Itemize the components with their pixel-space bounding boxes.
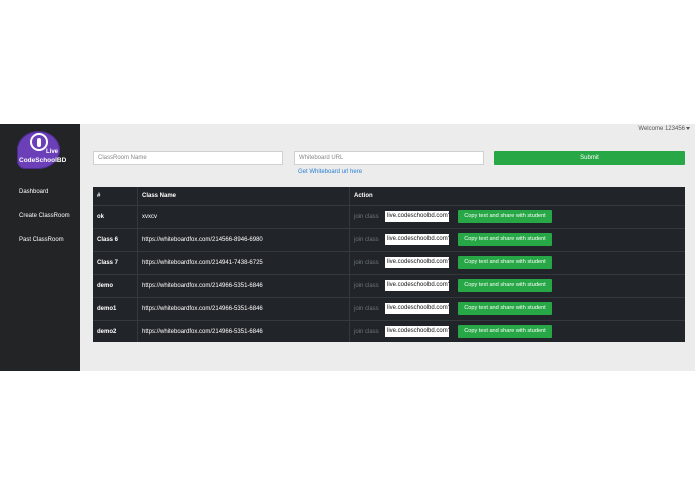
share-url-input[interactable]: live.codeschoolbd.com?c [385,234,449,245]
welcome-text: Welcome 123456 [638,126,685,132]
copy-share-button[interactable]: Copy text and share with student [458,279,552,292]
sidebar-item-create-classroom[interactable]: Create ClassRoom [19,213,70,219]
app-shell: Live CodeSchoolBD Dashboard Create Class… [0,124,695,371]
submit-button[interactable]: Submit [494,151,685,165]
table-row: Class 6 https://whiteboardfox.com/214566… [93,228,685,252]
row-class-name: https://whiteboardfox.com/214966-5351-68… [142,329,263,335]
share-url-input[interactable]: live.codeschoolbd.com?c [385,303,449,314]
row-class-name: https://whiteboardfox.com/214941-7438-67… [142,260,263,266]
whiteboard-url-input[interactable]: Whiteboard URL [294,151,484,165]
user-menu[interactable]: Welcome 123456 [638,126,690,132]
header-action: Action [354,193,373,199]
copy-share-button[interactable]: Copy text and share with student [458,256,552,269]
join-class-label: join class [354,214,379,220]
row-class-name: https://whiteboardfox.com/214566-8946-69… [142,237,263,243]
classroom-table: # Class Name Action ok xvxcv join class … [93,187,685,342]
copy-share-button[interactable]: Copy text and share with student [458,302,552,315]
get-whiteboard-url-link[interactable]: Get Whiteboard url here [298,169,362,175]
row-class-name: https://whiteboardfox.com/214966-5351-68… [142,306,263,312]
brand-logo[interactable]: Live CodeSchoolBD [17,131,66,169]
row-id: demo2 [97,329,117,335]
row-id: Class 6 [97,237,119,243]
header-class-name: Class Name [142,193,177,199]
join-class-label: join class [354,283,379,289]
row-id: demo [97,283,114,289]
sidebar: Live CodeSchoolBD Dashboard Create Class… [0,124,80,371]
table-row: demo2 https://whiteboardfox.com/214966-5… [93,320,685,344]
share-url-input[interactable]: live.codeschoolbd.com?c [385,326,449,337]
caret-down-icon [686,126,690,130]
header-index: # [97,193,101,199]
row-id: demo1 [97,306,117,312]
row-class-name: xvxcv [142,214,157,220]
join-class-label: join class [354,260,379,266]
copy-share-button[interactable]: Copy text and share with student [458,325,552,338]
table-row: Class 7 https://whiteboardfox.com/214941… [93,251,685,275]
sidebar-item-dashboard[interactable]: Dashboard [19,189,48,195]
logo-brand-label: CodeSchoolBD [19,157,67,164]
join-class-label: join class [354,237,379,243]
main-content: Welcome 123456 ClassRoom Name Whiteboard… [80,124,695,371]
row-id: Class 7 [97,260,119,266]
share-url-input[interactable]: live.codeschoolbd.com?c [385,257,449,268]
row-class-name: https://whiteboardfox.com/214966-5351-68… [142,283,263,289]
table-row: demo1 https://whiteboardfox.com/214966-5… [93,297,685,321]
share-url-input[interactable]: live.codeschoolbd.com?c [385,211,449,222]
logo-live-label: Live [45,149,58,155]
share-url-input[interactable]: live.codeschoolbd.com?c [385,280,449,291]
table-row: ok xvxcv join class live.codeschoolbd.co… [93,205,685,229]
sidebar-item-past-classroom[interactable]: Past ClassRoom [19,237,64,243]
join-class-label: join class [354,306,379,312]
copy-share-button[interactable]: Copy text and share with student [458,210,552,223]
table-row: demo https://whiteboardfox.com/214966-53… [93,274,685,298]
classroom-name-input[interactable]: ClassRoom Name [93,151,283,165]
row-id: ok [97,214,105,220]
join-class-label: join class [354,329,379,335]
copy-share-button[interactable]: Copy text and share with student [458,233,552,246]
